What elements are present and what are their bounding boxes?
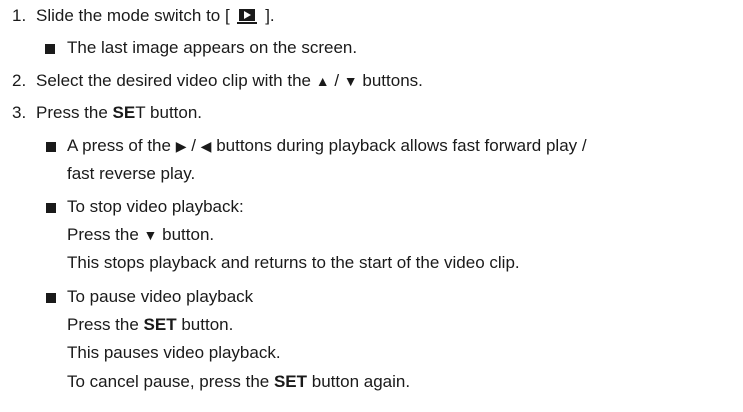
step-number: 2. [12,71,27,90]
bullet-continuation: fast reverse play. [67,164,196,183]
set-key-label-bold: SE [112,103,136,122]
line-text-post: button. [162,225,215,244]
step-1-text-post: ]. [265,6,275,25]
bullet-square-icon [45,44,55,54]
step-number: 1. [12,6,27,25]
line-text-post: button. [181,315,234,334]
instruction-document: 1. Slide the mode switch to [ ]. The las… [0,0,743,412]
step-text: Slide the mode switch to [ ]. [36,6,275,26]
bullet-text: Press the SET button. [67,315,233,335]
bullet-square-icon [46,203,56,213]
down-arrow-icon: ▼ [343,73,358,89]
up-arrow-icon: ▲ [315,73,330,89]
bullet-heading: To stop video playback: [67,197,244,216]
bullet-text: The last image appears on the screen. [67,38,358,57]
bullet-text: Press the ▼ button. [67,225,214,245]
bullet-text: This pauses video playback. [67,343,281,362]
step-1-text-pre: Slide the mode switch to [ [36,6,230,25]
step-2-text-pre: Select the desired video clip with the [36,71,311,90]
bullet-text-post: buttons during playback allows fast forw… [216,136,587,155]
down-arrow-icon: ▼ [143,227,158,243]
line-text-post: button again. [311,372,411,391]
separator: / [334,71,340,90]
playback-mode-icon [237,8,258,24]
set-key-label-plain: T [135,103,146,122]
left-arrow-icon: ◀ [200,138,212,154]
step-3-text-pre: Press the [36,103,108,122]
bullet-square-icon [46,142,56,152]
step-number: 3. [12,103,27,122]
bullet-text: A press of the ▶ / ◀ buttons during play… [67,136,587,156]
line-text-pre: Press the [67,315,139,334]
line-text-pre: Press the [67,225,139,244]
bullet-text-pre: A press of the [67,136,171,155]
step-text: Select the desired video clip with the ▲… [36,71,423,91]
bullet-text: This stops playback and returns to the s… [67,253,520,272]
separator: / [191,136,196,155]
line-text-pre: To cancel pause, press the [67,372,270,391]
bullet-text: To cancel pause, press the SET button ag… [67,372,410,392]
right-arrow-icon: ▶ [175,138,187,154]
bullet-square-icon [46,293,56,303]
step-text: Press the SET button. [36,103,202,123]
step-2-text-post: buttons. [362,71,423,90]
set-key-label: SET [273,372,308,391]
step-3-text-post: button. [150,103,203,122]
bullet-heading: To pause video playback [67,287,254,306]
set-key-label: SET [143,315,177,334]
